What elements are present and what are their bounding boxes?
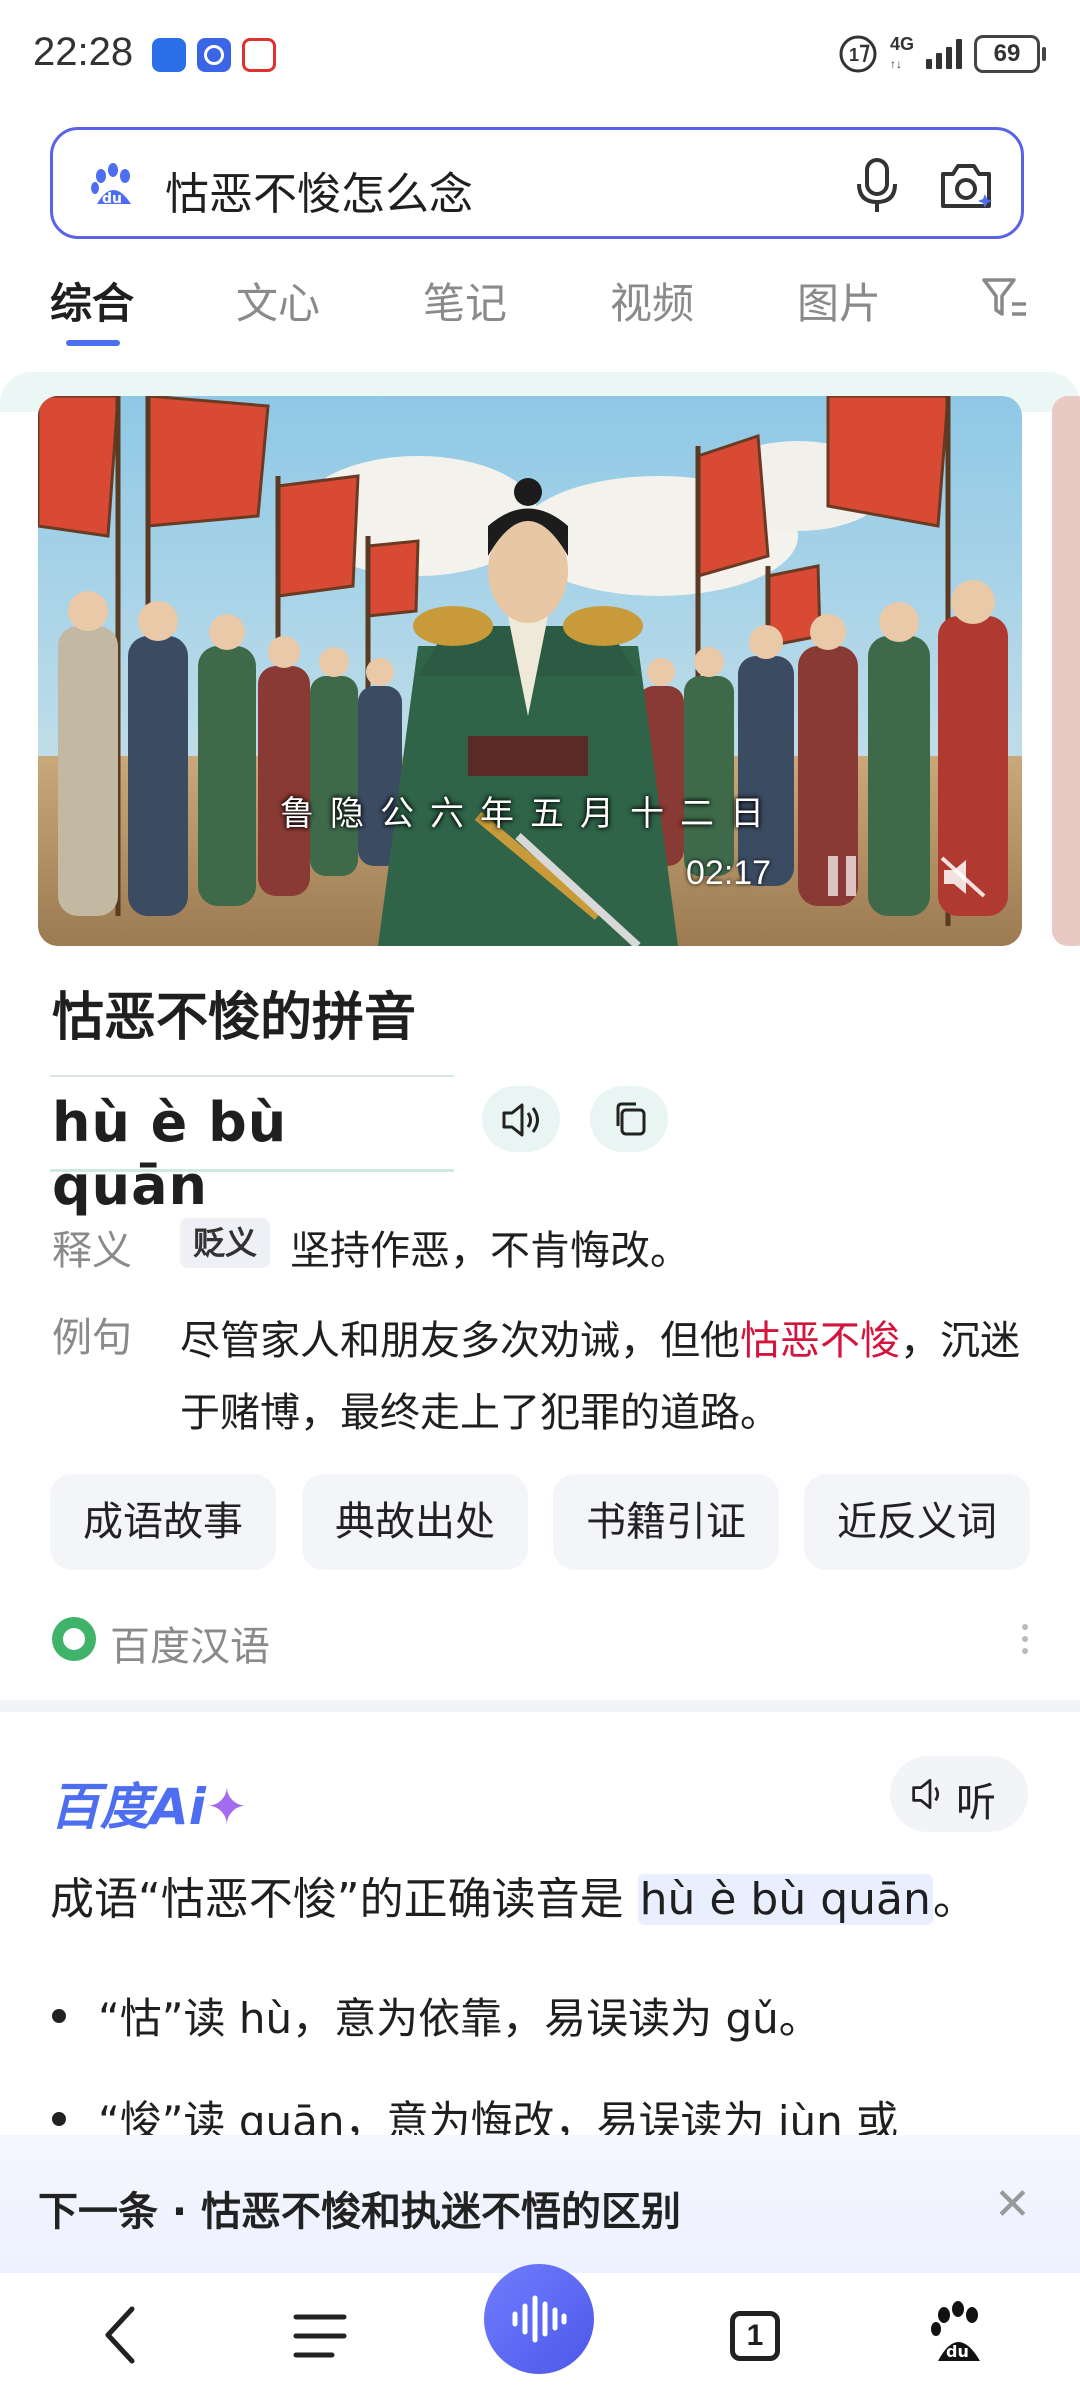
svg-text:du: du — [946, 2342, 969, 2361]
12123-app-icon — [152, 38, 186, 72]
tab-images[interactable]: 图片 — [797, 270, 881, 331]
search-input[interactable]: 怙恶不悛怎么念 — [165, 158, 473, 222]
chip-synonyms-antonyms[interactable]: 近反义词 — [804, 1474, 1030, 1570]
chip-book-citation[interactable]: 书籍引证 — [553, 1474, 779, 1570]
next-result-bar[interactable]: 下一条 · 怙恶不悛和执迷不悟的区别 ✕ — [0, 2135, 1080, 2273]
idiom-pinyin-heading: 怙恶不悛的拼音 — [52, 988, 417, 1048]
example-sentence: 尽管家人和朋友多次劝诫，但他怙恶不悛，沉迷于赌博，最终走上了犯罪的道路。 — [180, 1318, 1020, 1436]
voice-wave-icon — [512, 2295, 567, 2343]
video-duration: 02:17 — [686, 854, 772, 892]
svg-text:1: 1 — [849, 45, 859, 65]
battery-icon: 69 — [974, 35, 1046, 73]
baidu-ai-logo: 百度Ai✦ — [50, 1778, 248, 1836]
video-thumbnail — [38, 396, 1022, 946]
speaker-icon — [912, 1779, 940, 1809]
ai-answer-pinyin: hù è bù quān — [637, 1874, 933, 1925]
hd-call-icon: 1 — [839, 35, 877, 73]
definition-text: 坚持作恶，不肯悔改。 — [290, 1228, 690, 1274]
yolo-app-icon — [242, 38, 276, 72]
video-player[interactable]: 鲁隐公六年五月十二日 02:17 — [38, 396, 1022, 946]
back-icon[interactable] — [100, 2305, 144, 2365]
chip-idiom-story[interactable]: 成语故事 — [50, 1474, 276, 1570]
search-box[interactable]: du 怙恶不悛怎么念 — [50, 127, 1024, 239]
speaker-icon — [502, 1103, 539, 1137]
listen-label: 听 — [956, 1780, 996, 1826]
example-label: 例句 — [52, 1315, 132, 1361]
active-tab-indicator — [66, 340, 120, 346]
baidu-home-icon[interactable]: du — [930, 2301, 986, 2365]
menu-icon[interactable] — [292, 2313, 348, 2359]
signal-icon — [926, 39, 962, 69]
filter-icon[interactable] — [980, 276, 1030, 322]
next-video-preview[interactable] — [1052, 396, 1080, 946]
network-type: 4G ↑↓ — [889, 34, 914, 71]
microphone-icon[interactable] — [853, 158, 901, 214]
section-divider — [0, 1700, 1080, 1712]
baidu-app-icon — [197, 38, 231, 72]
copy-button[interactable] — [590, 1086, 668, 1152]
status-bar: 22:28 1 4G ↑↓ 69 — [0, 0, 1080, 110]
example-highlight[interactable]: 怙恶不悛 — [740, 1318, 900, 1364]
svg-text:du: du — [102, 191, 122, 207]
camera-icon[interactable] — [937, 160, 995, 212]
source-label[interactable]: 百度汉语 — [110, 1614, 270, 1672]
copy-icon — [616, 1102, 646, 1136]
close-icon[interactable]: ✕ — [994, 2179, 1031, 2230]
baidu-paw-icon: du — [91, 163, 131, 207]
result-tabs: 综合 文心 笔记 视频 图片 — [0, 262, 1080, 352]
chip-allusion-origin[interactable]: 典故出处 — [302, 1474, 528, 1570]
ai-answer: 成语“怙恶不悛”的正确读音是 hù è bù quān。 — [50, 1874, 977, 1925]
pinyin-text: hù è bù quān — [52, 1091, 288, 1217]
video-subtitle: 鲁隐公六年五月十二日 — [280, 794, 780, 834]
next-result-text[interactable]: 下一条 · 怙恶不悛和执迷不悟的区别 — [38, 2179, 681, 2237]
pinyin-box: hù è bù quān — [50, 1075, 454, 1217]
more-options-icon[interactable] — [1020, 1620, 1030, 1660]
tab-wenxin[interactable]: 文心 — [236, 270, 320, 331]
listen-button[interactable]: 听 — [890, 1756, 1028, 1832]
status-time: 22:28 — [33, 30, 134, 74]
tab-notes[interactable]: 笔记 — [423, 270, 507, 331]
definition-label: 释义 — [52, 1228, 132, 1274]
list-item: “怙”读 hù，意为依靠，易误读为 gǔ。 — [52, 1985, 821, 2046]
baidu-hanyu-logo-icon — [52, 1617, 96, 1661]
tabs-count-button[interactable]: 1 — [730, 2311, 780, 2361]
tab-videos[interactable]: 视频 — [610, 270, 694, 331]
pronounce-button[interactable] — [482, 1086, 560, 1152]
mute-icon[interactable] — [938, 854, 988, 900]
derogatory-badge: 贬义 — [180, 1218, 270, 1268]
tab-comprehensive[interactable]: 综合 — [50, 270, 134, 331]
voice-assistant-button[interactable] — [484, 2264, 594, 2374]
